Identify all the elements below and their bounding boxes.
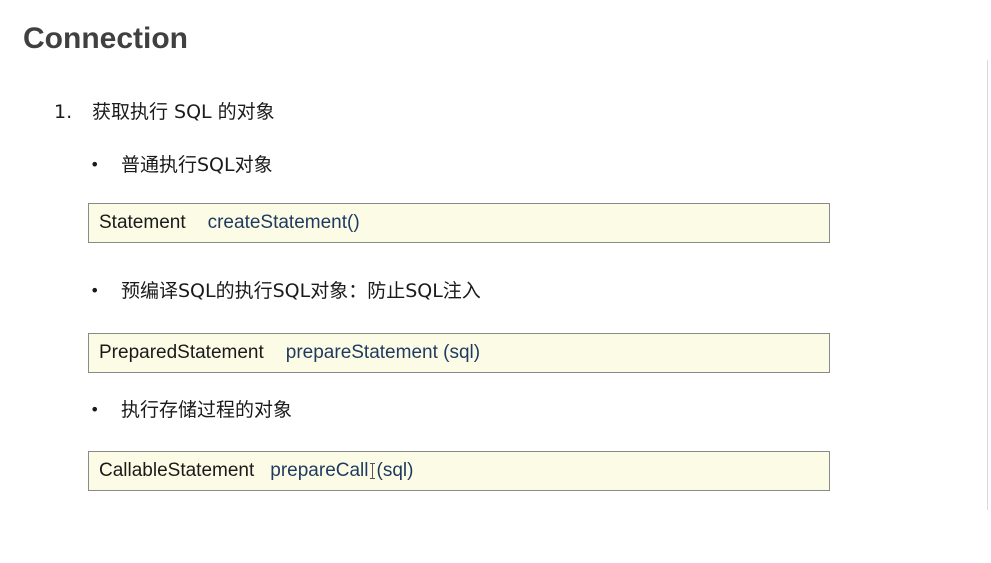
- slide-edge-divider: [987, 60, 988, 510]
- code-method: createStatement(): [207, 212, 360, 233]
- list-heading: 获取执行 SQL 的对象: [92, 101, 275, 123]
- code-box-statement: Statement createStatement(): [88, 203, 830, 243]
- code-type: PreparedStatement: [99, 342, 264, 363]
- bullet-marker: •: [90, 155, 100, 174]
- text-cursor-icon: [369, 463, 376, 479]
- code-method-args: (sql): [376, 460, 414, 481]
- bullet-text-prepared: 预编译SQL的执行SQL对象：防止SQL注入: [121, 280, 481, 302]
- code-method-name: prepareCall: [270, 460, 369, 481]
- code-box-callable-statement: CallableStatement prepareCall (sql): [88, 451, 830, 491]
- bullet-text-callable: 执行存储过程的对象: [121, 399, 293, 421]
- slide-title: Connection: [23, 22, 188, 55]
- bullet-marker: •: [90, 400, 100, 419]
- bullet-text-statement: 普通执行SQL对象: [121, 154, 273, 176]
- bullet-marker: •: [90, 281, 100, 300]
- code-method: prepareStatement (sql): [285, 342, 481, 363]
- list-number: 1.: [54, 101, 73, 123]
- code-box-prepared-statement: PreparedStatement prepareStatement (sql): [88, 333, 830, 373]
- code-type: CallableStatement: [99, 460, 255, 481]
- code-type: Statement: [99, 212, 186, 233]
